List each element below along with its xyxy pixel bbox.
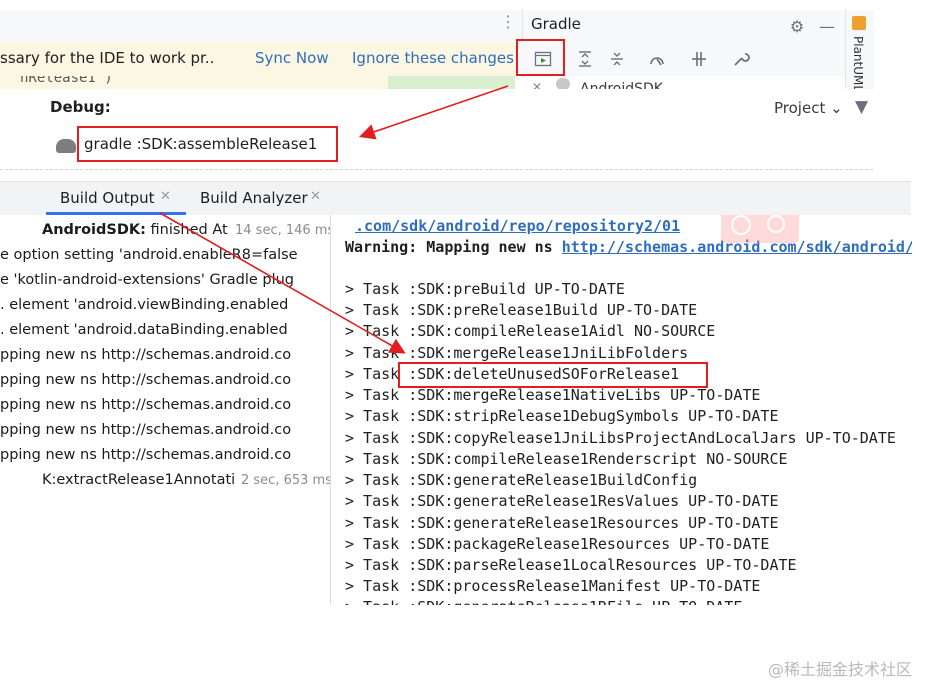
arrow-to-task <box>159 212 406 354</box>
arrow-to-command <box>358 85 509 140</box>
annotation-arrows <box>159 85 509 354</box>
watermark-text: @稀土掘金技术社区 <box>768 660 913 679</box>
